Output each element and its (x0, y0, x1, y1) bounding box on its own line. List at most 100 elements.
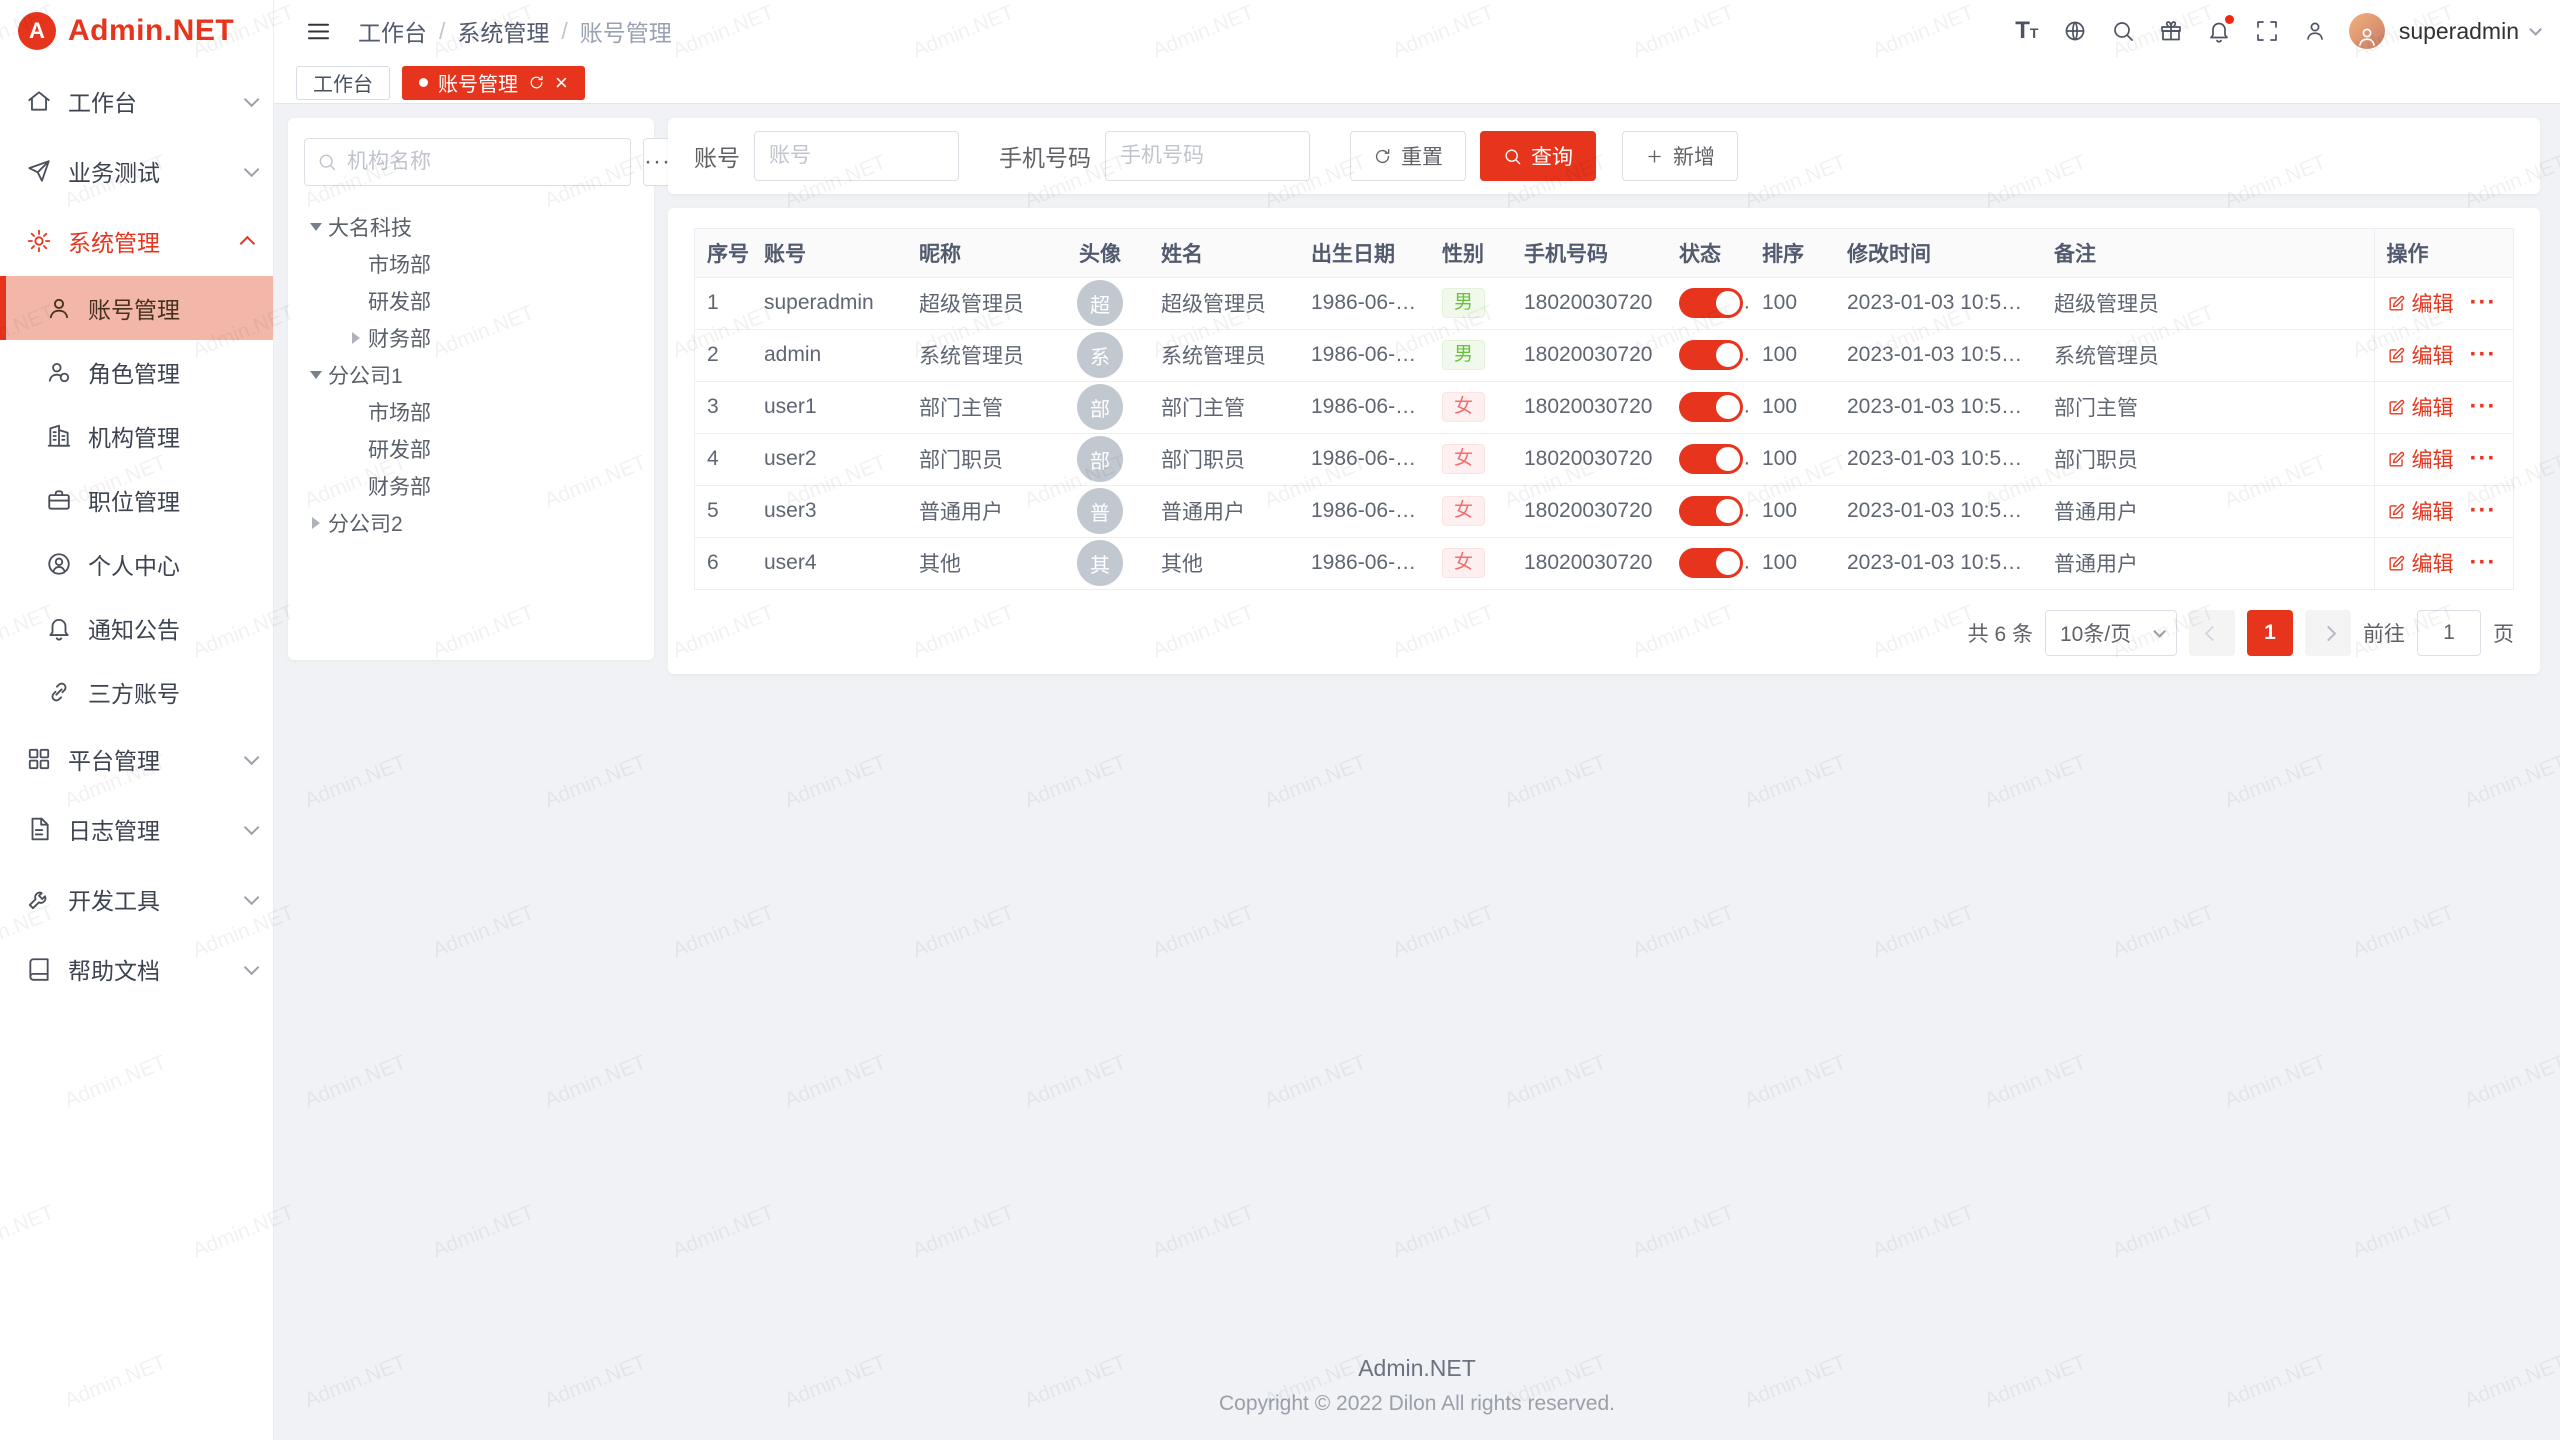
sidebar-item-role-mgmt[interactable]: 角色管理 (0, 340, 273, 404)
search-button[interactable]: 查询 (1480, 131, 1596, 181)
app-logo[interactable]: A Admin.NET (0, 0, 273, 62)
cell-remark: 部门主管 (2042, 381, 2374, 433)
cell-modified: 2023-01-03 10:59:44 (1835, 537, 2042, 589)
edit-button[interactable]: 编辑 (2387, 340, 2454, 370)
row-more-button[interactable]: ··· (2470, 497, 2497, 524)
goto-page-input[interactable] (2417, 610, 2481, 656)
row-more-button[interactable]: ··· (2470, 289, 2497, 316)
edit-button[interactable]: 编辑 (2387, 548, 2454, 578)
search-icon-button[interactable] (2101, 10, 2145, 52)
row-more-button[interactable]: ··· (2470, 393, 2497, 420)
sidebar-item-help-docs[interactable]: 帮助文档 (0, 934, 273, 1004)
edit-button[interactable]: 编辑 (2387, 444, 2454, 474)
app-logo-icon: A (18, 12, 56, 50)
page-size-select[interactable]: 10条/页 (2045, 610, 2177, 656)
tree-caret-icon[interactable] (352, 332, 360, 344)
gift-icon-button[interactable] (2149, 10, 2193, 52)
tab-label: 账号管理 (438, 68, 518, 97)
sidebar-collapse-button[interactable] (296, 10, 340, 52)
breadcrumb-item[interactable]: 工作台 (358, 14, 427, 48)
sidebar-item-position-mgmt[interactable]: 职位管理 (0, 468, 273, 532)
row-more-button[interactable]: ··· (2470, 549, 2497, 576)
tree-node[interactable]: 市场部 (304, 393, 638, 430)
fullscreen-icon-button[interactable] (2245, 10, 2289, 52)
cell-account: user4 (752, 537, 907, 589)
sidebar-item-log-mgmt[interactable]: 日志管理 (0, 794, 273, 864)
tab-label: 工作台 (313, 68, 373, 97)
sidebar-item-org-mgmt[interactable]: 机构管理 (0, 404, 273, 468)
phone-filter-input[interactable] (1105, 131, 1310, 181)
sidebar-item-third-party-account[interactable]: 三方账号 (0, 660, 273, 724)
tree-node[interactable]: 分公司1 (304, 356, 638, 393)
next-page-button[interactable] (2305, 610, 2351, 656)
sidebar-item-label: 角色管理 (88, 355, 255, 389)
sidebar-item-dev-tools[interactable]: 开发工具 (0, 864, 273, 934)
chevron-down-icon (244, 889, 260, 905)
current-page-button[interactable]: 1 (2247, 610, 2293, 656)
sidebar-item-notice[interactable]: 通知公告 (0, 596, 273, 660)
edit-icon (2387, 294, 2406, 313)
table-row: 1superadmin超级管理员超超级管理员1986-06-28男1802003… (695, 277, 2513, 329)
tab-close-icon[interactable]: × (555, 72, 568, 94)
status-toggle[interactable] (1679, 340, 1743, 370)
document-icon (26, 816, 52, 842)
username[interactable]: superadmin (2399, 18, 2519, 45)
app-title: Admin.NET (68, 14, 234, 48)
sidebar-item-platform-mgmt[interactable]: 平台管理 (0, 724, 273, 794)
account-filter-input[interactable] (754, 131, 959, 181)
sidebar-item-personal-center[interactable]: 个人中心 (0, 532, 273, 596)
notification-badge (2225, 15, 2234, 24)
tree-node[interactable]: 研发部 (304, 430, 638, 467)
status-toggle[interactable] (1679, 392, 1743, 422)
tree-node[interactable]: 大名科技 (304, 208, 638, 245)
column-header: 序号 (695, 229, 752, 277)
breadcrumb-item[interactable]: 账号管理 (580, 14, 672, 48)
row-more-button[interactable]: ··· (2470, 445, 2497, 472)
tree-node[interactable]: 财务部 (304, 467, 638, 504)
tree-caret-icon[interactable] (310, 223, 322, 231)
globe-icon-button[interactable] (2053, 10, 2097, 52)
font-size-icon-button[interactable]: TT (2005, 10, 2049, 52)
breadcrumb-item[interactable]: 系统管理 (457, 14, 549, 48)
bell-icon-button[interactable] (2197, 10, 2241, 52)
cell-birthdate: 1986-06-28 (1299, 329, 1430, 381)
org-search-field[interactable] (304, 138, 631, 186)
cell-name: 系统管理员 (1149, 329, 1299, 381)
content-area: ··· 大名科技市场部研发部财务部分公司1市场部研发部财务部分公司2 账号 手机… (274, 104, 2560, 1440)
chevron-down-icon[interactable] (2529, 23, 2542, 36)
prev-page-button[interactable] (2189, 610, 2235, 656)
sidebar-item-system-mgmt[interactable]: 系统管理 (0, 206, 273, 276)
edit-button[interactable]: 编辑 (2387, 496, 2454, 526)
status-toggle[interactable] (1679, 444, 1743, 474)
tree-node[interactable]: 研发部 (304, 282, 638, 319)
sidebar-item-business-test[interactable]: 业务测试 (0, 136, 273, 206)
tab-workbench[interactable]: 工作台 (296, 66, 390, 100)
status-toggle[interactable] (1679, 496, 1743, 526)
globe-icon (2063, 19, 2087, 43)
tree-node[interactable]: 分公司2 (304, 504, 638, 541)
sidebar-item-account-mgmt[interactable]: 账号管理 (0, 276, 273, 340)
row-more-button[interactable]: ··· (2470, 341, 2497, 368)
edit-button[interactable]: 编辑 (2387, 392, 2454, 422)
tree-node[interactable]: 市场部 (304, 245, 638, 282)
account-table: 序号账号昵称头像姓名出生日期性别手机号码状态排序修改时间备注操作1superad… (694, 228, 2514, 590)
tree-caret-icon[interactable] (312, 517, 320, 529)
user-avatar[interactable] (2349, 13, 2385, 49)
add-button[interactable]: 新增 (1622, 131, 1738, 181)
status-toggle[interactable] (1679, 548, 1743, 578)
column-header: 性别 (1430, 229, 1512, 277)
tab-account-mgmt[interactable]: 账号管理 × (402, 66, 585, 100)
tree-node[interactable]: 财务部 (304, 319, 638, 356)
org-search-input[interactable] (347, 150, 618, 174)
cell-phone: 18020030720 (1512, 537, 1667, 589)
page-footer: Admin.NET Copyright © 2022 Dilon All rig… (274, 1355, 2560, 1416)
tree-caret-icon[interactable] (310, 371, 322, 379)
reset-button[interactable]: 重置 (1350, 131, 1466, 181)
sidebar-item-workbench[interactable]: 工作台 (0, 66, 273, 136)
table-row: 2admin系统管理员系系统管理员1986-06-28男180200307201… (695, 329, 2513, 381)
cell-sort: 100 (1750, 433, 1835, 485)
user-settings-icon-button[interactable] (2293, 10, 2337, 52)
role-icon (46, 359, 72, 385)
edit-button[interactable]: 编辑 (2387, 288, 2454, 318)
status-toggle[interactable] (1679, 288, 1743, 318)
